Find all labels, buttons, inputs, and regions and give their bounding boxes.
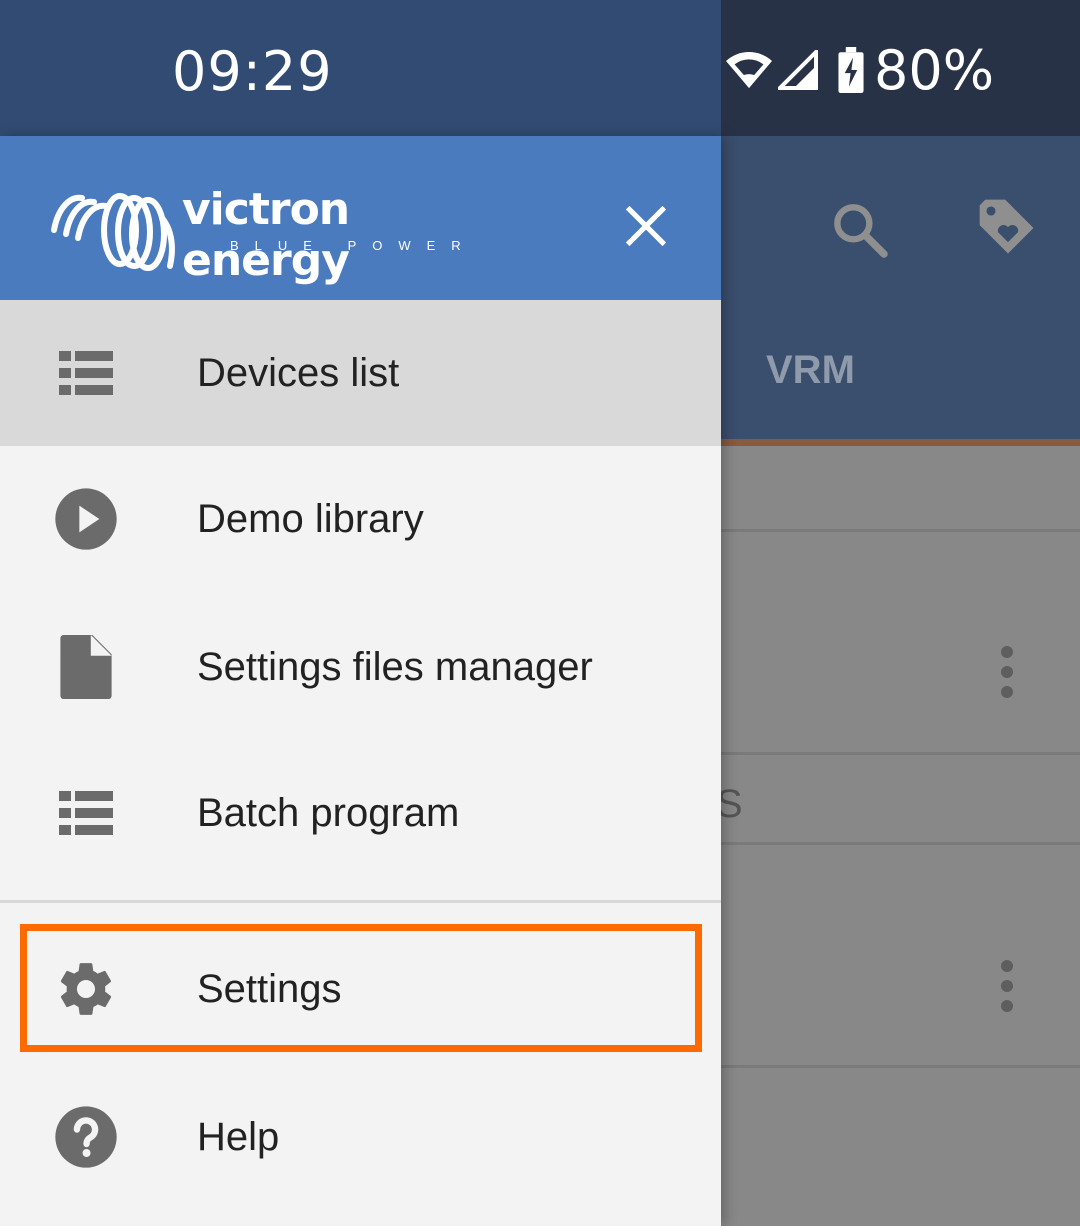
battery-percentage: 80% [874, 38, 995, 102]
status-indicators: 80% [724, 38, 995, 102]
navigation-drawer: victron energy BLUE POWER Devices list D… [0, 136, 721, 1226]
close-drawer-button[interactable] [606, 186, 686, 266]
status-time: 09:29 [172, 40, 333, 103]
tag-heart-icon[interactable] [974, 194, 1042, 262]
menu-item-help[interactable]: Help [0, 1064, 721, 1210]
overflow-menu-icon[interactable] [998, 646, 1016, 706]
menu-item-label: Settings [197, 966, 342, 1011]
play-circle-icon [54, 487, 118, 551]
close-icon [625, 205, 667, 247]
logo-tagline: BLUE POWER [230, 238, 477, 253]
menu-item-label: Settings files manager [197, 644, 593, 689]
menu-item-settings[interactable]: Settings [0, 916, 721, 1062]
menu-item-batch-program[interactable]: Batch program [0, 740, 721, 886]
menu-item-label: Batch program [197, 790, 460, 835]
menu-item-label: Help [197, 1114, 280, 1159]
list-divider [720, 752, 1080, 755]
tab-vrm[interactable]: VRM [766, 348, 855, 393]
drawer-divider [0, 900, 721, 903]
search-icon[interactable] [828, 198, 892, 262]
help-circle-icon [54, 1105, 118, 1169]
list-divider [720, 842, 1080, 845]
victron-energy-logo: victron energy BLUE POWER [48, 182, 488, 286]
list-divider [720, 529, 1080, 532]
logo-wordmark: victron energy [182, 184, 350, 286]
menu-item-demo-library[interactable]: Demo library [0, 446, 721, 592]
list-icon [54, 781, 118, 845]
menu-item-settings-files-manager[interactable]: Settings files manager [0, 594, 721, 740]
menu-item-label: Demo library [197, 496, 424, 541]
file-icon [54, 635, 118, 699]
menu-item-label: Devices list [197, 350, 400, 395]
status-bar: 09:29 80% [0, 0, 1080, 136]
menu-item-devices-list[interactable]: Devices list [0, 300, 721, 446]
list-divider [720, 1065, 1080, 1068]
battery-charging-icon [838, 47, 864, 93]
cell-signal-icon [778, 50, 818, 90]
victron-logo-mark [51, 193, 175, 271]
drawer-header: victron energy BLUE POWER [0, 136, 721, 300]
overflow-menu-icon[interactable] [998, 960, 1016, 1020]
list-icon [54, 341, 118, 405]
gear-icon [54, 957, 118, 1021]
status-bar-drawer-section [0, 0, 721, 136]
wifi-icon [726, 52, 772, 88]
